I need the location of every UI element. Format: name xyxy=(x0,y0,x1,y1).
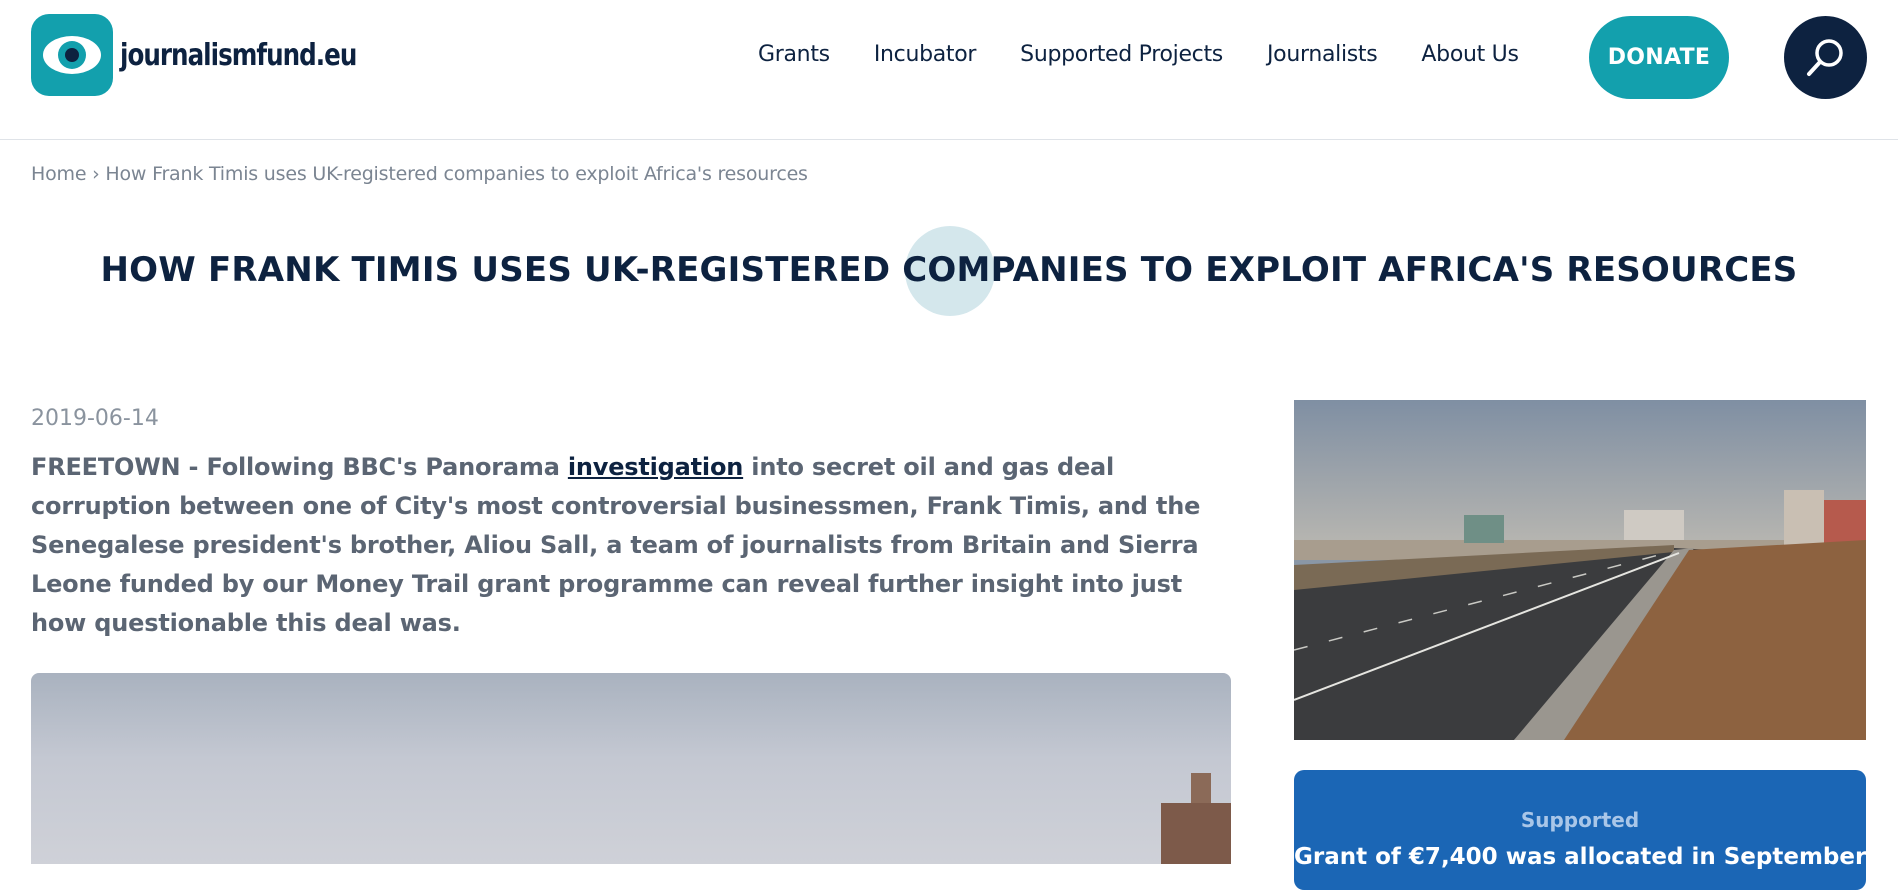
main-nav: Grants Incubator Supported Projects Jour… xyxy=(758,42,1563,67)
site-header: journalismfund.eu Grants Incubator Suppo… xyxy=(0,0,1898,140)
grant-info-card: Supported Grant of €7,400 was allocated … xyxy=(1294,770,1866,890)
breadcrumb: Home › How Frank Timis uses UK-registere… xyxy=(31,163,808,185)
article-main-image xyxy=(31,673,1231,864)
article-date: 2019-06-14 xyxy=(31,406,159,431)
grant-card-text: Grant of €7,400 was allocated in Septemb… xyxy=(1294,844,1867,870)
search-icon xyxy=(1807,39,1843,76)
lead-location: FREETOWN - xyxy=(31,453,199,481)
article-lead: FREETOWN - Following BBC's Panorama inve… xyxy=(31,448,1236,643)
logo-text: journalismfund.eu xyxy=(120,37,357,73)
eye-logo-icon xyxy=(31,14,113,96)
nav-about-us[interactable]: About Us xyxy=(1421,42,1519,67)
nav-incubator[interactable]: Incubator xyxy=(874,42,977,67)
grant-card-label: Supported xyxy=(1520,808,1640,832)
breadcrumb-current: How Frank Timis uses UK-registered compa… xyxy=(105,163,808,185)
investigation-link[interactable]: investigation xyxy=(568,453,743,481)
sidebar-highway-image xyxy=(1294,400,1866,740)
breadcrumb-separator: › xyxy=(92,163,100,185)
nav-journalists[interactable]: Journalists xyxy=(1267,42,1378,67)
site-logo[interactable]: journalismfund.eu xyxy=(31,14,408,96)
nav-supported-projects[interactable]: Supported Projects xyxy=(1020,42,1223,67)
donate-button[interactable]: DONATE xyxy=(1589,16,1729,99)
breadcrumb-home[interactable]: Home xyxy=(31,163,87,185)
search-button[interactable] xyxy=(1784,16,1867,99)
page-title: HOW FRANK TIMIS USES UK-REGISTERED COMPA… xyxy=(100,250,1798,290)
lead-text-before: Following BBC's Panorama xyxy=(206,453,560,481)
nav-grants[interactable]: Grants xyxy=(758,42,830,67)
